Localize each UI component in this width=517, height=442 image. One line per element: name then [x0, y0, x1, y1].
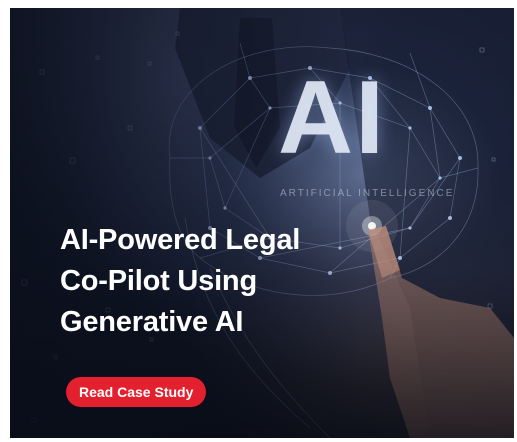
headline: AI-Powered Legal Co-Pilot Using Generati… [60, 220, 380, 343]
ai-hero-caption: ARTIFICIAL INTELLIGENCE [280, 188, 455, 199]
ai-hero-letters: AI [278, 60, 386, 176]
read-case-study-button[interactable]: Read Case Study [66, 377, 207, 407]
headline-line: AI-Powered Legal [60, 224, 301, 256]
headline-line: Generative AI [60, 306, 244, 338]
promo-card[interactable]: AI ARTIFICIAL INTELLIGENCE AI-Powered Le… [10, 8, 514, 438]
headline-line: Co-Pilot Using [60, 265, 257, 297]
